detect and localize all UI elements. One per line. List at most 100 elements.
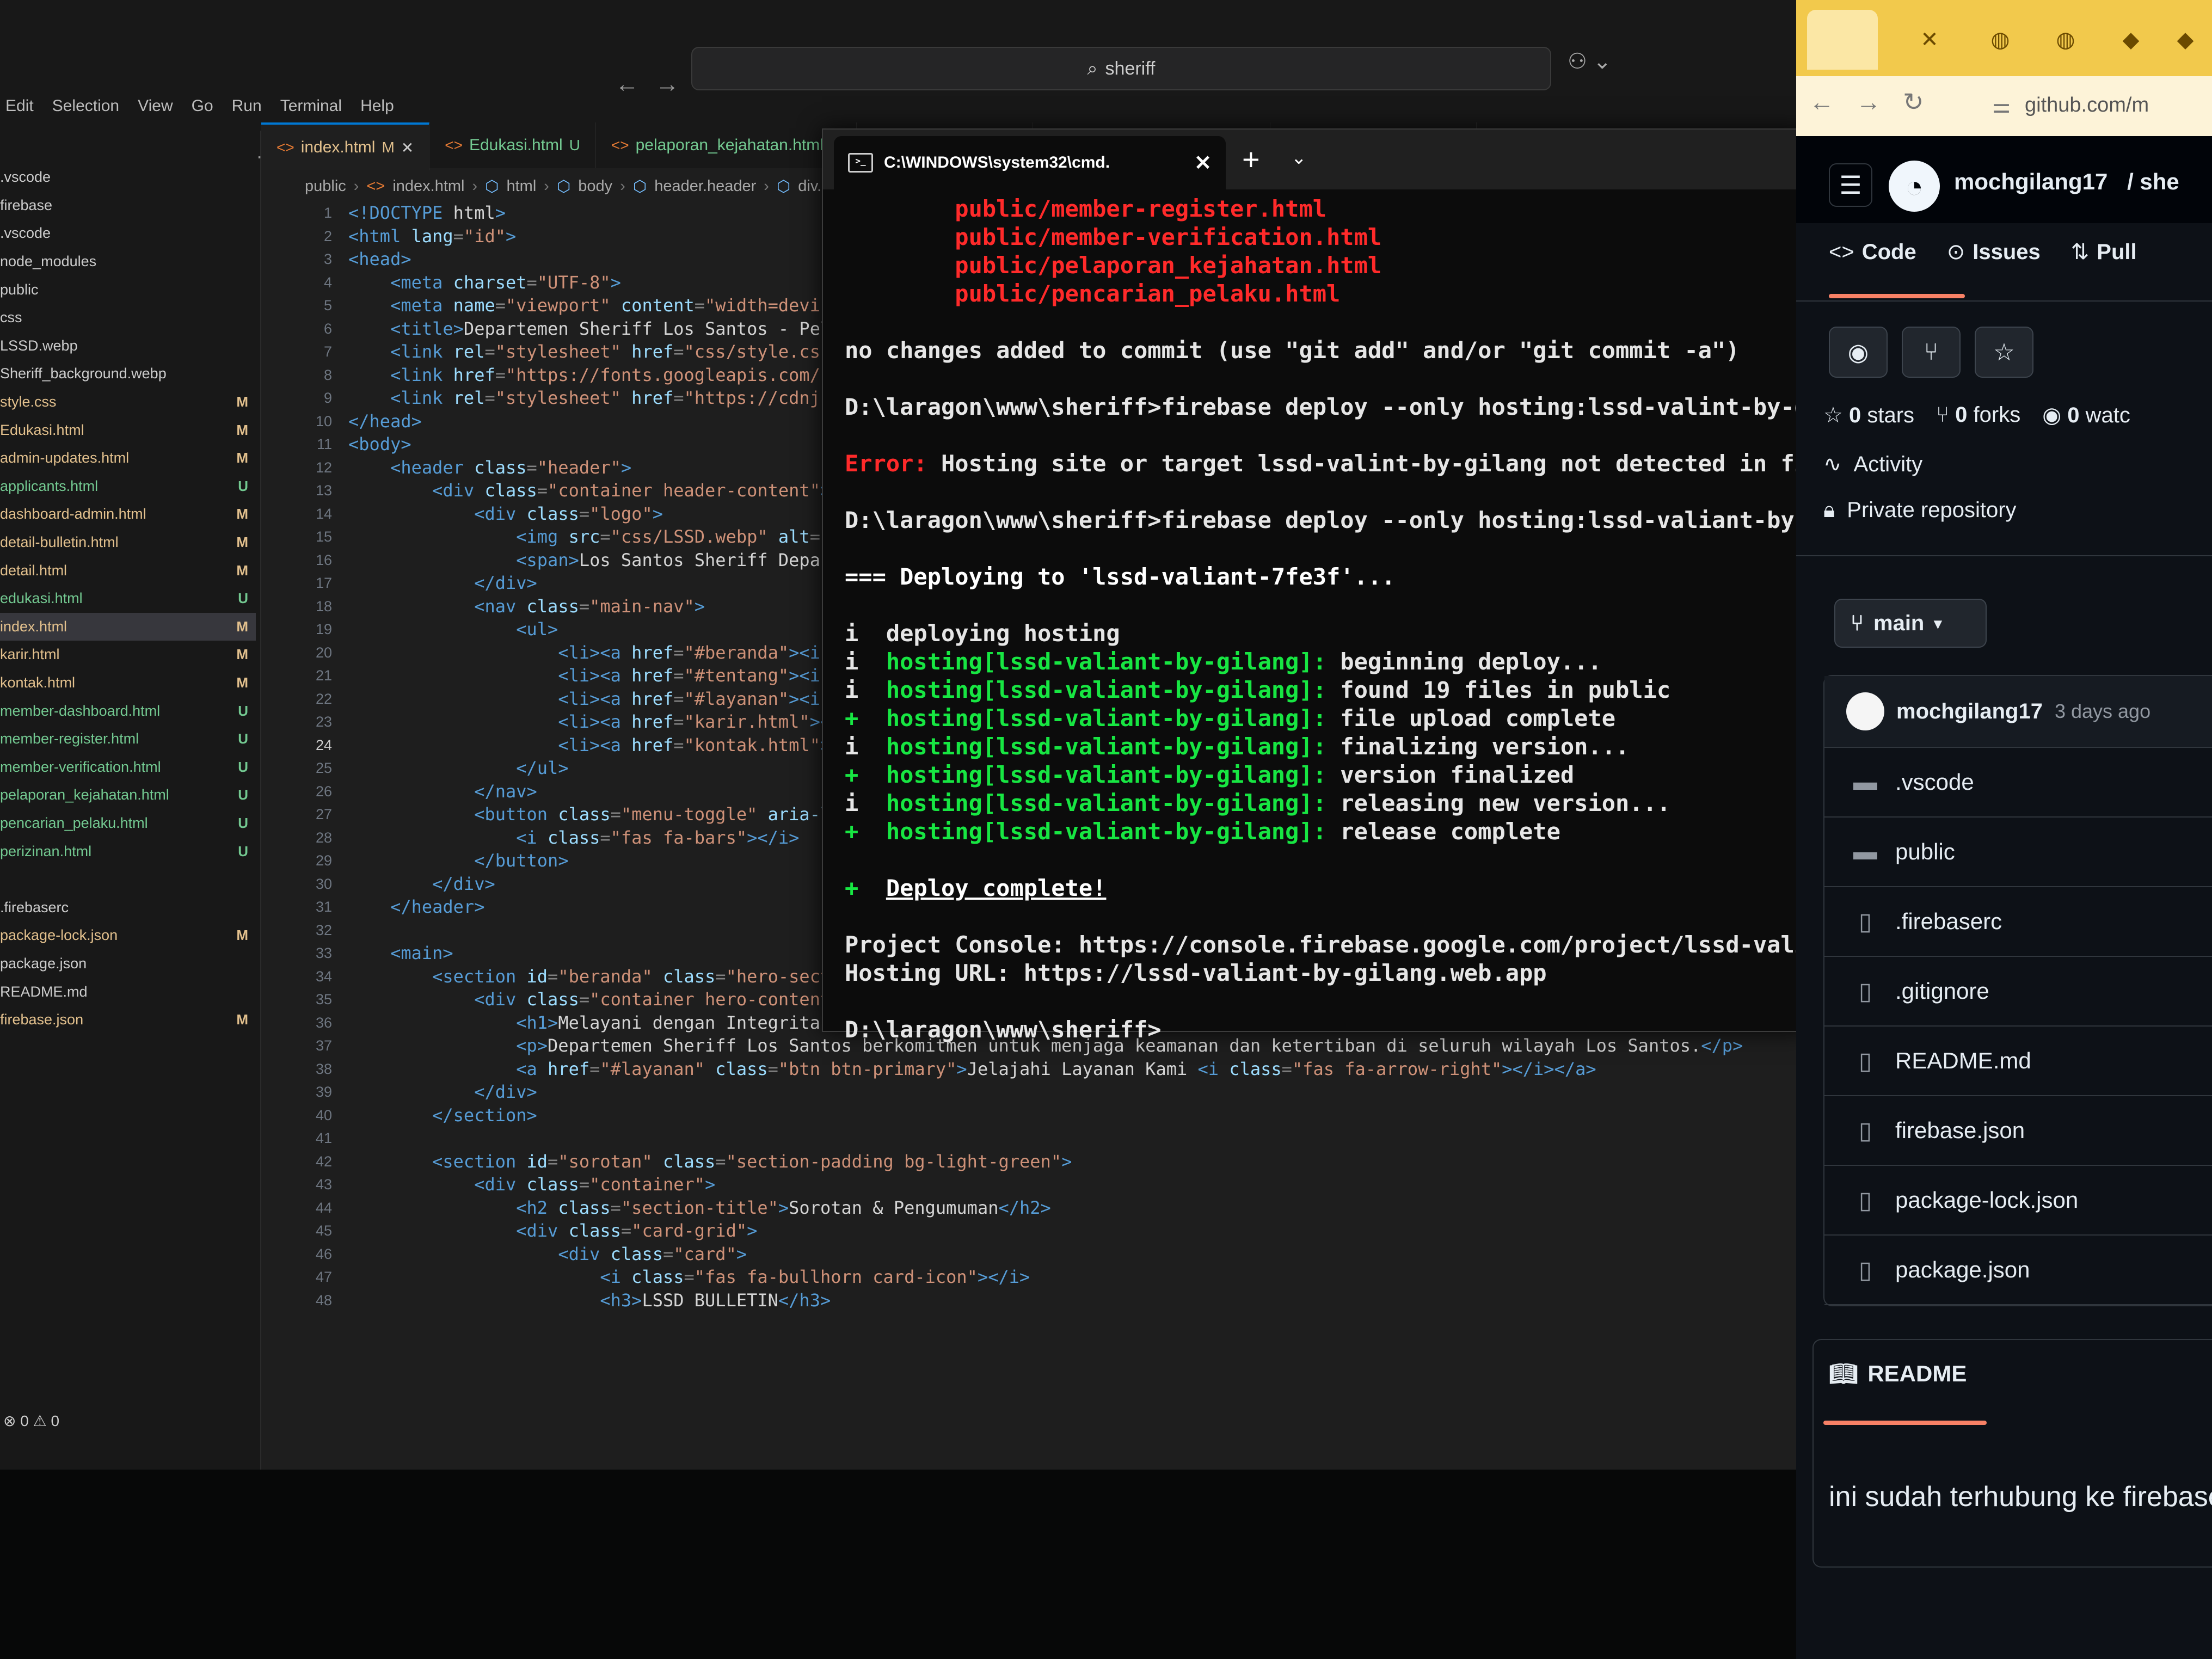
- menu-item-view[interactable]: View: [138, 97, 173, 115]
- file-row[interactable]: ▯ package-lock.json: [1824, 1166, 2212, 1236]
- tab-pull-requests[interactable]: ⇅ Pull: [2071, 239, 2137, 265]
- file-row[interactable]: ▬ public: [1824, 818, 2212, 887]
- tab-issues[interactable]: ⊙ Issues: [1947, 239, 2041, 265]
- tree-item[interactable]: admin-updates.html M: [0, 444, 256, 472]
- tree-item[interactable]: member-register.html U: [0, 725, 256, 753]
- tree-item[interactable]: pelaporan_kejahatan.html U: [0, 781, 256, 809]
- code-line[interactable]: <div class="card">: [348, 1243, 1807, 1266]
- browser-tab[interactable]: ✕: [1889, 10, 1970, 70]
- repo-path[interactable]: mochgilang17 / she: [1954, 169, 2179, 195]
- branch-selector[interactable]: ⑂ main ▾: [1834, 599, 1987, 648]
- tree-item[interactable]: pencarian_pelaku.html U: [0, 809, 256, 838]
- fork-button[interactable]: ⑂: [1902, 327, 1961, 378]
- tree-item[interactable]: [0, 865, 256, 894]
- watchers-link[interactable]: ◉ 0 watc: [2042, 403, 2130, 428]
- tree-item[interactable]: member-verification.html U: [0, 753, 256, 781]
- commit-author[interactable]: mochgilang17: [1896, 699, 2043, 724]
- editor-tab[interactable]: <> index.html M ✕: [261, 122, 430, 170]
- menu-item-help[interactable]: Help: [360, 97, 394, 115]
- browser-tab-active[interactable]: [1807, 10, 1878, 70]
- breadcrumb-item[interactable]: index.html: [392, 177, 464, 195]
- tree-item[interactable]: package.json: [0, 950, 256, 978]
- latest-commit[interactable]: mochgilang17 3 days ago: [1824, 676, 2212, 748]
- back-arrow-icon[interactable]: ←: [615, 71, 655, 97]
- forks-link[interactable]: ⑂ 0 forks: [1936, 403, 2020, 428]
- menu-item-go[interactable]: Go: [192, 97, 213, 115]
- tree-item[interactable]: karir.html M: [0, 641, 256, 669]
- editor-tab[interactable]: <>pelaporan_kejahatan.htmlU: [596, 122, 857, 168]
- code-line[interactable]: <div class="container">: [348, 1173, 1807, 1196]
- terminal-output[interactable]: public/member-register.html public/membe…: [845, 195, 2056, 1044]
- code-line[interactable]: <i class="fas fa-bullhorn card-icon"></i…: [348, 1265, 1807, 1289]
- repo-name-link[interactable]: / she: [2127, 169, 2179, 194]
- breadcrumb-item[interactable]: header.header: [654, 177, 756, 195]
- tree-item[interactable]: README.md: [0, 978, 256, 1006]
- command-center-search[interactable]: ⌕ sheriff: [691, 47, 1551, 90]
- file-name-link[interactable]: package.json: [1895, 1257, 2030, 1283]
- menu-item-terminal[interactable]: Terminal: [280, 97, 342, 115]
- tree-item[interactable]: kontak.html M: [0, 669, 256, 697]
- code-line[interactable]: <a href="#layanan" class="btn btn-primar…: [348, 1058, 1807, 1081]
- file-row[interactable]: ▯ package.json: [1824, 1236, 2212, 1305]
- back-arrow-icon[interactable]: ←: [1809, 88, 1856, 116]
- tree-item[interactable]: LSSD.webp: [0, 332, 256, 360]
- file-name-link[interactable]: .vscode: [1895, 769, 1974, 795]
- readme-tab[interactable]: 📖︎ README: [1829, 1361, 1967, 1387]
- repo-owner-link[interactable]: mochgilang17: [1954, 169, 2107, 194]
- close-icon[interactable]: ✕: [1920, 27, 1939, 52]
- tree-item[interactable]: public: [0, 275, 256, 304]
- tree-item[interactable]: .vscode: [0, 163, 256, 192]
- watch-button[interactable]: ◉: [1829, 327, 1888, 378]
- browser-nav[interactable]: ←→↻: [1809, 87, 1946, 116]
- hamburger-menu-icon[interactable]: ☰: [1829, 163, 1872, 207]
- tree-item[interactable]: package-lock.json M: [0, 921, 256, 950]
- file-row[interactable]: ▬ .vscode: [1824, 748, 2212, 818]
- activity-link[interactable]: ∿ Activity: [1823, 452, 1922, 477]
- file-row[interactable]: ▯ .gitignore: [1824, 957, 2212, 1027]
- file-name-link[interactable]: package-lock.json: [1895, 1187, 2078, 1213]
- code-line[interactable]: <div class="card-grid">: [348, 1219, 1807, 1243]
- tree-item[interactable]: node_modules: [0, 248, 256, 276]
- code-line[interactable]: </div>: [348, 1080, 1807, 1104]
- tab-code[interactable]: <> Code: [1829, 239, 1916, 265]
- forward-arrow-icon[interactable]: →: [1856, 88, 1903, 116]
- file-name-link[interactable]: public: [1895, 839, 1955, 865]
- tree-item[interactable]: detail-bulletin.html M: [0, 529, 256, 557]
- file-row[interactable]: ▯ README.md: [1824, 1027, 2212, 1096]
- terminal-tab[interactable]: >_ C:\WINDOWS\system32\cmd. ✕: [834, 136, 1226, 189]
- file-row[interactable]: ▯ firebase.json: [1824, 1096, 2212, 1166]
- file-row[interactable]: ▯ .firebaserc: [1824, 887, 2212, 957]
- code-line[interactable]: <h2 class="section-title">Sorotan & Peng…: [348, 1196, 1807, 1220]
- breadcrumb-item[interactable]: html: [507, 177, 537, 195]
- code-line[interactable]: </section>: [348, 1104, 1807, 1127]
- code-line[interactable]: [348, 1127, 1807, 1150]
- copilot-icon[interactable]: ⚇ ⌄: [1568, 49, 1612, 74]
- tree-item[interactable]: Edukasi.html M: [0, 416, 256, 444]
- forward-arrow-icon[interactable]: →: [655, 71, 696, 97]
- code-line[interactable]: <section id="sorotan" class="section-pad…: [348, 1150, 1807, 1173]
- url-field[interactable]: github.com/m: [2025, 94, 2149, 117]
- menu-item-run[interactable]: Run: [232, 97, 262, 115]
- tree-item[interactable]: style.css M: [0, 388, 256, 416]
- tree-item[interactable]: index.html M: [0, 612, 256, 641]
- tree-item[interactable]: member-dashboard.html U: [0, 697, 256, 725]
- tree-item[interactable]: applicants.html U: [0, 472, 256, 501]
- tree-item[interactable]: css: [0, 304, 256, 332]
- tree-item[interactable]: dashboard-admin.html M: [0, 500, 256, 529]
- github-logo-icon[interactable]: ◔: [1889, 161, 1940, 212]
- cmd-terminal-window[interactable]: >_ C:\WINDOWS\system32\cmd. ✕ + ⌄ public…: [822, 128, 2056, 1043]
- site-info-icon[interactable]: ⚌: [1992, 94, 2011, 118]
- history-nav[interactable]: ←→: [615, 71, 696, 98]
- file-name-link[interactable]: .gitignore: [1895, 978, 1989, 1004]
- close-icon[interactable]: ✕: [401, 139, 414, 157]
- file-name-link[interactable]: firebase.json: [1895, 1117, 2025, 1144]
- new-tab-icon[interactable]: +: [1242, 142, 1260, 177]
- tree-item[interactable]: detail.html M: [0, 556, 256, 585]
- star-button[interactable]: ☆: [1975, 327, 2033, 378]
- tree-item[interactable]: .vscode: [0, 219, 256, 248]
- menu-item-edit[interactable]: Edit: [5, 97, 34, 115]
- tree-item[interactable]: firebase.json M: [0, 1006, 256, 1034]
- menu-item-selection[interactable]: Selection: [52, 97, 119, 115]
- editor-tab[interactable]: <> Edukasi.html U: [429, 122, 596, 168]
- file-name-link[interactable]: README.md: [1895, 1048, 2031, 1074]
